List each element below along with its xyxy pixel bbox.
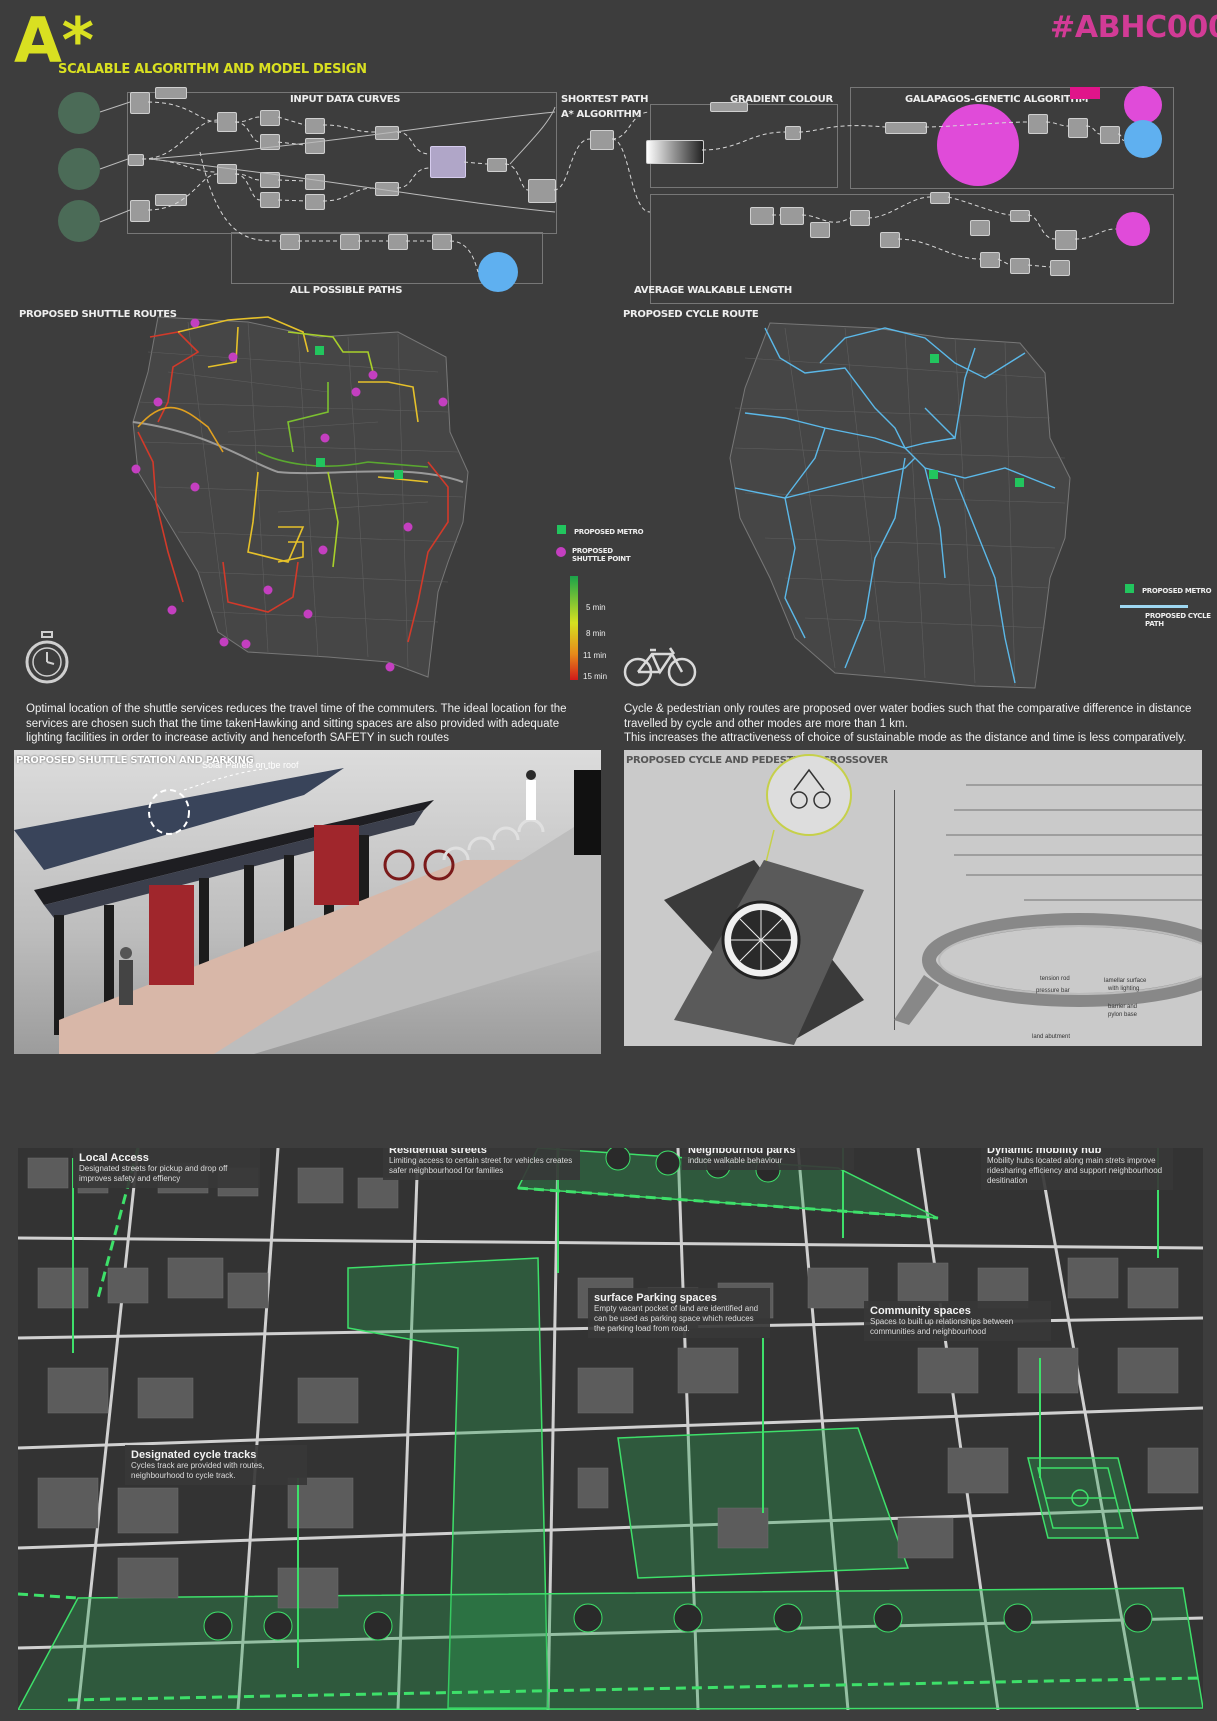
- legend-shuttle: PROPOSED SHUTTLE POINT: [556, 547, 636, 563]
- scale-label: 8 min: [586, 629, 606, 638]
- callout-neighbourhood-parks: Neighbourhod parks induce walkable behav…: [682, 1148, 854, 1170]
- crossover-label: with lighting: [1108, 986, 1140, 992]
- callout-title: Neighbourhod parks: [688, 1148, 796, 1156]
- callout-desc: Empty vacant pocket of land are identifi…: [594, 1304, 759, 1333]
- shuttle-description: Optimal location of the shuttle services…: [26, 703, 567, 744]
- stopwatch-icon: [25, 631, 69, 684]
- subtitle: SCALABLE ALGORITHM AND MODEL DESIGN: [58, 62, 367, 77]
- legend-metro-label: PROPOSED METRO: [1141, 587, 1212, 595]
- callout-title: Residential streets: [389, 1148, 487, 1156]
- crossover-label: tension rod: [1040, 976, 1070, 982]
- crossover-label: barrier and: [1108, 1004, 1138, 1010]
- callout-title: Dynamic mobility hub: [987, 1148, 1102, 1156]
- legend-cycle-line: [1120, 605, 1188, 608]
- callout-community-spaces: Community spaces Spaces to built up rela…: [864, 1301, 1051, 1341]
- crossover-label: land abutment: [1032, 1034, 1071, 1040]
- callout-cycle-tracks: Designated cycle tracks Cycles track are…: [125, 1445, 307, 1485]
- callout-local-access: Local Access Designated streets for pick…: [73, 1148, 260, 1188]
- shuttle-routes-map: [131, 316, 469, 678]
- city-outline: [729, 322, 1071, 689]
- shuttle-point-icon: [556, 547, 566, 557]
- callout-parking-spaces: surface Parking spaces Empty vacant pock…: [588, 1288, 770, 1338]
- crossover-label: pylon base: [1108, 1012, 1138, 1018]
- scale-label: 5 min: [586, 603, 606, 612]
- cycle-route-map: [729, 322, 1071, 689]
- callout-desc: Designated streets for pickup and drop o…: [79, 1164, 228, 1183]
- crossover-render: PROPOSED CYCLE AND PEDESTRIAN CROSSOVER: [624, 750, 1202, 1046]
- callout-desc: Limiting access to certain street for ve…: [389, 1156, 573, 1175]
- callout-title: Local Access: [79, 1152, 149, 1164]
- neighbourhood-render: Residential streets Limiting access to c…: [18, 1148, 1203, 1710]
- project-code: #ABHC00047: [1050, 10, 1217, 45]
- crossover-drawing: [664, 754, 1202, 1045]
- callout-desc: Cycles track are provided with routes, n…: [131, 1461, 265, 1480]
- travel-time-scale: [570, 576, 578, 680]
- callout-desc: Spaces to built up relationships between…: [870, 1317, 1014, 1336]
- scale-label: 11 min: [583, 651, 607, 660]
- callout-title: surface Parking spaces: [594, 1292, 717, 1304]
- scale-label: 15 min: [583, 672, 608, 681]
- cycle-description-2: This increases the attractiveness of cho…: [624, 732, 1187, 744]
- legend-shuttle-label: PROPOSED SHUTTLE POINT: [571, 547, 631, 563]
- callout-residential-streets: Residential streets Limiting access to c…: [383, 1148, 580, 1180]
- callout-desc: Mobility hubs located along main strets …: [987, 1156, 1163, 1185]
- legend-metro-2: PROPOSED METRO: [1125, 584, 1212, 595]
- station-drawing: [14, 767, 601, 1054]
- metro-square-icon: [557, 525, 566, 534]
- callout-mobility-hub: Dynamic mobility hub Mobility hubs locat…: [981, 1148, 1173, 1190]
- callout-title: Designated cycle tracks: [131, 1449, 257, 1461]
- neighbourhood-drawing: [18, 1148, 1203, 1710]
- diagram-wires: [99, 101, 1125, 273]
- legend-metro-label: PROPOSED METRO: [573, 528, 644, 536]
- legend-cycle-path: PROPOSED CYCLE PATH: [1145, 612, 1211, 628]
- bicycle-icon: [623, 647, 697, 687]
- crossover-label: lamellar surface: [1104, 978, 1147, 984]
- metro-square-icon: [1125, 584, 1134, 593]
- shuttle-station-render: PROPOSED SHUTTLE STATION AND PARKING Sol…: [14, 750, 601, 1054]
- legend-metro: PROPOSED METRO: [557, 525, 644, 536]
- callout-desc: induce walkable behaviour: [688, 1156, 783, 1165]
- algorithm-diagram: INPUT DATA CURVES SHORTEST PATH A* ALGOR…: [50, 82, 1175, 307]
- cycle-description-1: Cycle & pedestrian only routes are propo…: [624, 703, 1192, 730]
- crossover-label: pressure bar: [1036, 988, 1070, 994]
- callout-title: Community spaces: [870, 1305, 971, 1317]
